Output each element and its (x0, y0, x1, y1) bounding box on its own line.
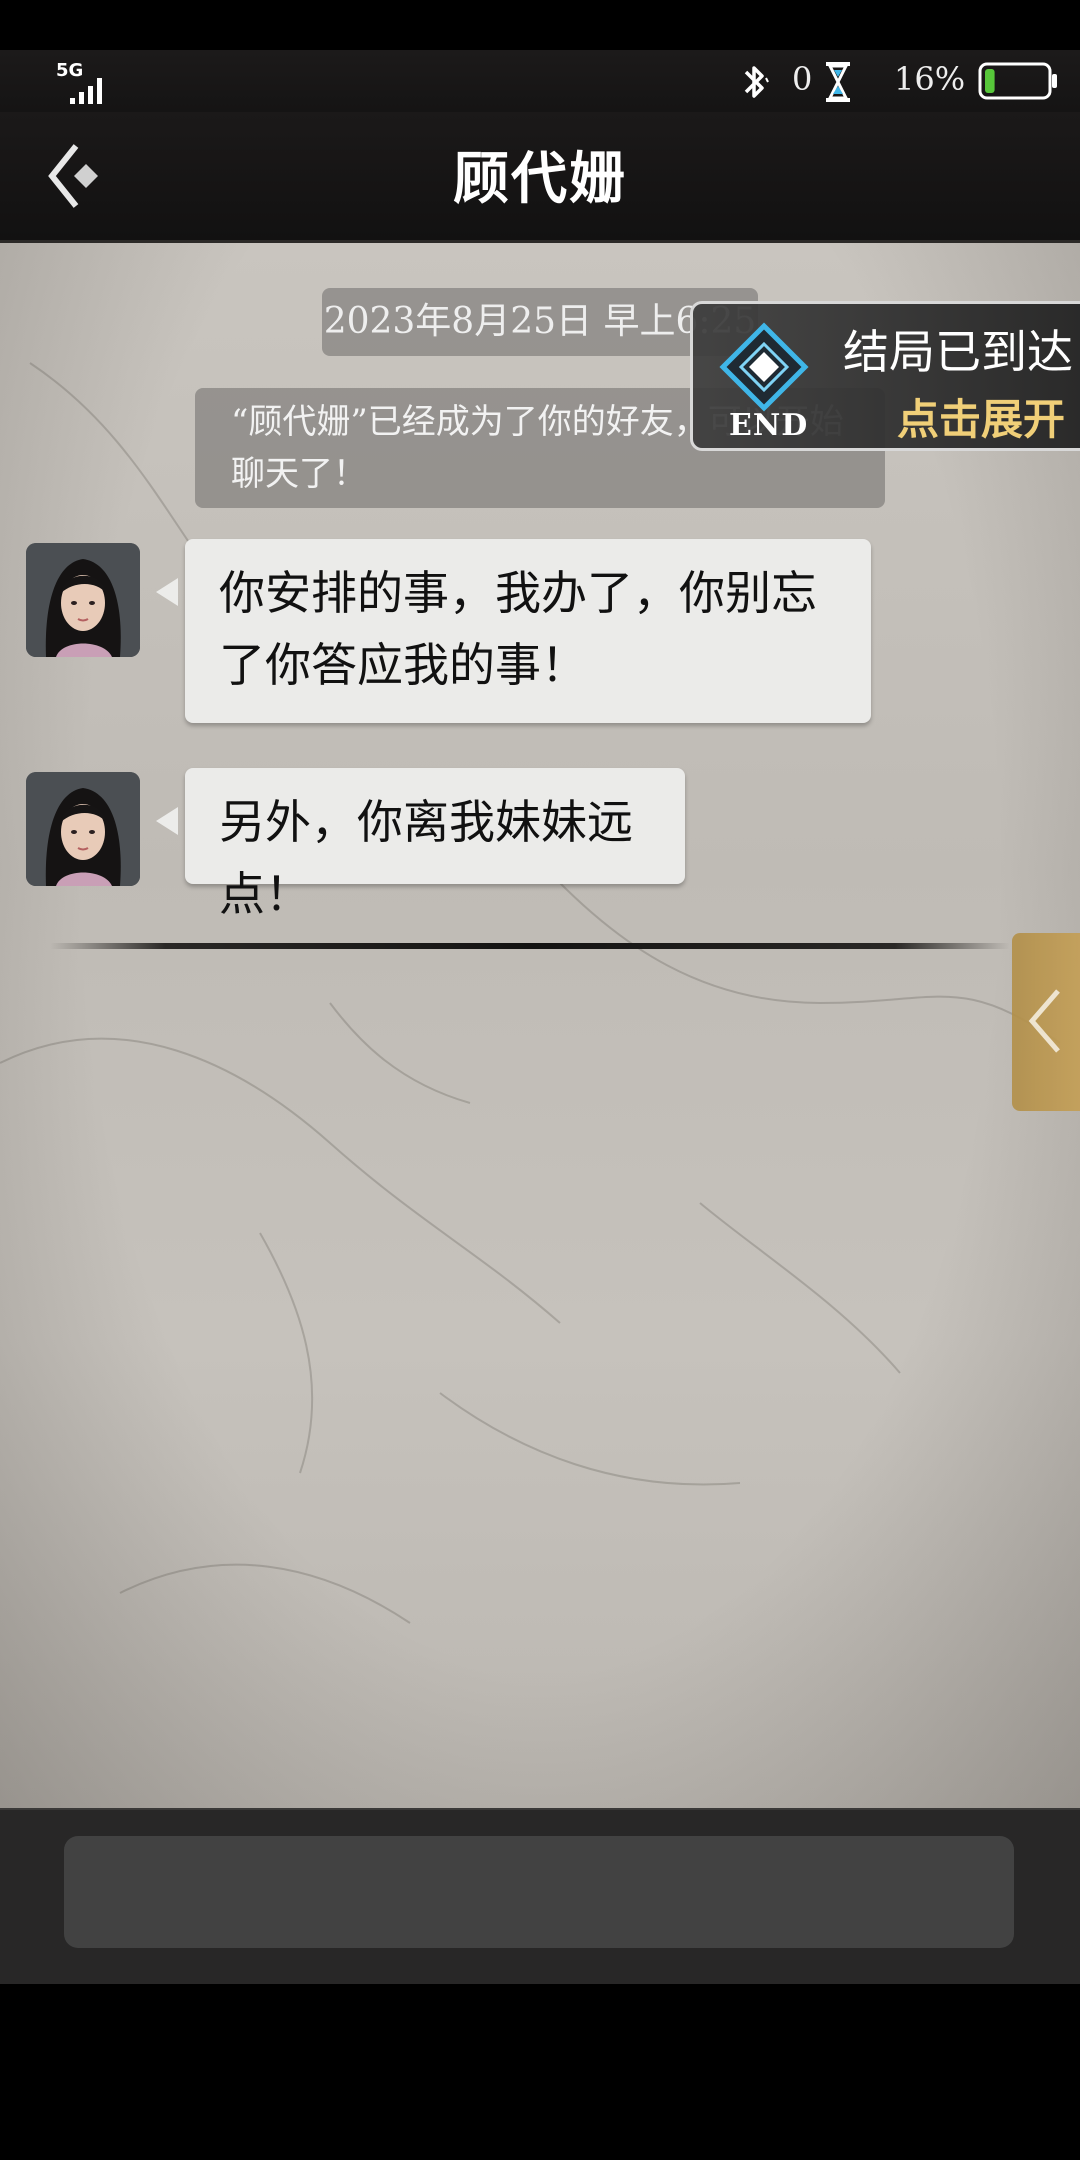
ink-divider (50, 943, 1010, 949)
page-title: 顾代姗 (453, 146, 627, 212)
notification-count: 0 (792, 60, 813, 98)
bottom-black-area (0, 1984, 1080, 2160)
bubble-arrow (156, 578, 178, 606)
message-input[interactable] (64, 1836, 1014, 1948)
message-bubble[interactable]: 你安排的事，我办了，你别忘了你答应我的事！ (185, 539, 871, 723)
battery-percent: 16% (894, 60, 966, 98)
avatar-portrait-icon (26, 772, 140, 886)
diamond-end-icon (719, 322, 809, 412)
ending-reached-banner[interactable]: END 结局已到达 点击展开 (690, 301, 1080, 451)
chevron-left-icon (1028, 989, 1060, 1053)
contact-avatar[interactable] (26, 772, 140, 886)
contact-avatar[interactable] (26, 543, 140, 657)
avatar-portrait-icon (26, 543, 140, 657)
top-black-bar (0, 0, 1080, 50)
side-panel-tab[interactable] (1012, 933, 1080, 1111)
hourglass-icon (826, 62, 850, 102)
battery-icon (978, 62, 1057, 100)
bubble-arrow (156, 807, 178, 835)
status-bar: 5G 0 16% (0, 50, 1080, 112)
input-bar (0, 1808, 1080, 1986)
expand-button[interactable]: 点击展开 (897, 386, 1065, 447)
end-label: END (729, 408, 809, 443)
bluetooth-icon (744, 66, 769, 98)
message-bubble[interactable]: 另外，你离我妹妹远点！ (185, 768, 685, 921)
chat-area[interactable]: 2023年8月25日 早上6:25 “顾代姗”已经成为了你的好友，可以开始聊天了… (0, 243, 1080, 1808)
signal-icon: 5G (56, 60, 116, 104)
end-title: 结局已到达 (843, 325, 1073, 379)
chat-header: 顾代姗 (0, 112, 1080, 243)
